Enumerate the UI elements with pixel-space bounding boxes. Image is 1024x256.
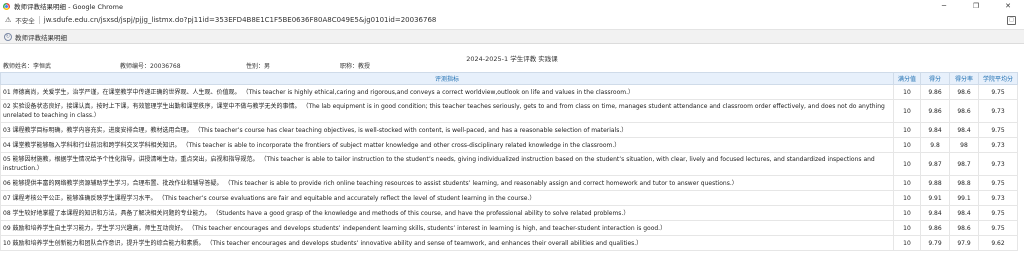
college-average-cell: 9.75 xyxy=(978,205,1018,221)
table-row: 07 课程考核公平公正，能够准确反映学生课程学习水平。 （This teache… xyxy=(0,190,1018,206)
indicator-cell: 01 师德高尚，关爱学生，治学严谨，在课堂教学中传递正确的世界观、人生观、价值观… xyxy=(0,84,894,100)
teacher-id: 教师编号：20036768 xyxy=(120,63,181,70)
score-rate-cell: 99.1 xyxy=(949,190,979,206)
column-header-score-rate: 得分率 xyxy=(949,72,979,85)
table-row: 05 能够因材施教，根据学生情况给予个性化指导，讲授清晰生动，重点突出，启视和指… xyxy=(0,152,1018,176)
security-label[interactable]: 不安全 xyxy=(15,15,35,25)
score-rate-cell: 98.8 xyxy=(949,175,979,191)
teacher-title: 职称：教授 xyxy=(340,63,371,70)
score-cell: 9.86 xyxy=(920,84,950,100)
address-bar[interactable]: ⚠ 不安全 jw.sdufe.edu.cn/jsxsd/jspj/pjjg_li… xyxy=(0,12,1024,28)
full-score-cell: 10 xyxy=(893,84,921,100)
score-rate-cell: 98.6 xyxy=(949,84,979,100)
address-divider xyxy=(38,16,40,24)
score-rate-cell: 98.4 xyxy=(949,122,979,138)
full-score-cell: 10 xyxy=(893,137,921,153)
full-score-cell: 10 xyxy=(893,190,921,206)
score-cell: 9.88 xyxy=(920,175,950,191)
score-cell: 9.86 xyxy=(920,220,950,236)
close-button[interactable]: ✕ xyxy=(992,0,1024,12)
full-score-cell: 10 xyxy=(893,175,921,191)
score-cell: 9.84 xyxy=(920,205,950,221)
score-cell: 9.86 xyxy=(920,99,950,123)
full-score-cell: 10 xyxy=(893,99,921,123)
teacher-name: 教师姓名：李恒武 xyxy=(3,63,52,70)
window-titlebar: 教师评教结果明细 - Google Chrome ─ ❐ ✕ xyxy=(0,0,1024,12)
indicator-cell: 06 能够提供丰富的网络教学资源辅助学生学习，合理布置、批改作业和辅导答疑。 （… xyxy=(0,175,894,191)
teacher-gender: 性别：男 xyxy=(246,63,271,70)
table-row: 06 能够提供丰富的网络教学资源辅助学生学习，合理布置、批改作业和辅导答疑。 （… xyxy=(0,175,1018,191)
page-tab-bar: ↻ 教师评教结果明细 xyxy=(0,29,1024,44)
score-rate-cell: 97.9 xyxy=(949,235,979,251)
score-cell: 9.79 xyxy=(920,235,950,251)
evaluation-table: 评测指标 满分值 得分 得分率 学院平均分 01 师德高尚，关爱学生，治学严谨，… xyxy=(0,72,1018,251)
full-score-cell: 10 xyxy=(893,122,921,138)
score-cell: 9.87 xyxy=(920,152,950,176)
score-rate-cell: 98.6 xyxy=(949,220,979,236)
indicator-cell: 03 课程教学目标明确，教学内容充实，进度安排合理，教材选用合理。 （This … xyxy=(0,122,894,138)
college-average-cell: 9.75 xyxy=(978,84,1018,100)
table-row: 01 师德高尚，关爱学生，治学严谨，在课堂教学中传递正确的世界观、人生观、价值观… xyxy=(0,84,1018,100)
score-rate-cell: 98.6 xyxy=(949,99,979,123)
url-text[interactable]: jw.sdufe.edu.cn/jsxsd/jspj/pjjg_listmx.d… xyxy=(44,16,437,24)
warning-icon[interactable]: ⚠ xyxy=(5,16,11,24)
column-header-indicator: 评测指标 xyxy=(0,72,894,85)
table-row: 04 课堂教学能够融入学科和行业前沿和跨学科交叉学科相关知识。 （This te… xyxy=(0,137,1018,153)
college-average-cell: 9.75 xyxy=(978,175,1018,191)
indicator-cell: 05 能够因材施教，根据学生情况给予个性化指导，讲授清晰生动，重点突出，启视和指… xyxy=(0,152,894,176)
score-rate-cell: 98.4 xyxy=(949,205,979,221)
college-average-cell: 9.75 xyxy=(978,220,1018,236)
indicator-cell: 09 鼓励和培养学生自主学习能力，学生学习兴趣高，师生互动良好。 （This t… xyxy=(0,220,894,236)
table-row: 02 实验设备状态良好，接课认真，按时上下课，有效管理学生出勤和课堂秩序，课堂中… xyxy=(0,99,1018,123)
table-row: 03 课程教学目标明确，教学内容充实，进度安排合理，教材选用合理。 （This … xyxy=(0,122,1018,138)
teacher-info: 教师姓名：李恒武 教师编号：20036768 性别：男 职称：教授 xyxy=(0,61,1024,70)
window-title: 教师评教结果明细 - Google Chrome xyxy=(14,3,123,11)
refresh-icon[interactable]: ↻ xyxy=(4,32,12,41)
college-average-cell: 9.73 xyxy=(978,137,1018,153)
indicator-cell: 02 实验设备状态良好，接课认真，按时上下课，有效管理学生出勤和课堂秩序，课堂中… xyxy=(0,99,894,123)
full-score-cell: 10 xyxy=(893,152,921,176)
college-average-cell: 9.62 xyxy=(978,235,1018,251)
window-controls: ─ ❐ ✕ xyxy=(928,0,1024,12)
score-cell: 9.8 xyxy=(920,137,950,153)
score-cell: 9.91 xyxy=(920,190,950,206)
college-average-cell: 9.73 xyxy=(978,99,1018,123)
full-score-cell: 10 xyxy=(893,220,921,236)
score-cell: 9.84 xyxy=(920,122,950,138)
table-row: 10 鼓励和培养学生创新能力和团队合作意识，提升学生的综合能力和素质。 （Thi… xyxy=(0,235,1018,251)
score-rate-cell: 98.7 xyxy=(949,152,979,176)
college-average-cell: 9.75 xyxy=(978,122,1018,138)
table-row: 09 鼓励和培养学生自主学习能力，学生学习兴趣高，师生互动良好。 （This t… xyxy=(0,220,1018,236)
minimize-button[interactable]: ─ xyxy=(928,0,960,12)
full-score-cell: 10 xyxy=(893,235,921,251)
indicator-cell: 08 学生较好地掌握了本课程的知识和方法，具备了解决相关问题的专业能力。 （St… xyxy=(0,205,894,221)
indicator-cell: 04 课堂教学能够融入学科和行业前沿和跨学科交叉学科相关知识。 （This te… xyxy=(0,137,894,153)
column-header-full-score: 满分值 xyxy=(893,72,921,85)
column-header-score: 得分 xyxy=(920,72,950,85)
indicator-cell: 10 鼓励和培养学生创新能力和团队合作意识，提升学生的综合能力和素质。 （Thi… xyxy=(0,235,894,251)
restore-button[interactable]: ❐ xyxy=(960,0,992,12)
score-rate-cell: 98 xyxy=(949,137,979,153)
college-average-cell: 9.73 xyxy=(978,190,1018,206)
column-header-college-average: 学院平均分 xyxy=(978,72,1018,85)
table-row: 08 学生较好地掌握了本课程的知识和方法，具备了解决相关问题的专业能力。 （St… xyxy=(0,205,1018,221)
page-action-icon[interactable]: □ xyxy=(1007,16,1016,25)
college-average-cell: 9.73 xyxy=(978,152,1018,176)
page-tab-label[interactable]: 教师评教结果明细 xyxy=(15,32,67,42)
chrome-icon xyxy=(3,2,10,10)
full-score-cell: 10 xyxy=(893,205,921,221)
indicator-cell: 07 课程考核公平公正，能够准确反映学生课程学习水平。 （This teache… xyxy=(0,190,894,206)
